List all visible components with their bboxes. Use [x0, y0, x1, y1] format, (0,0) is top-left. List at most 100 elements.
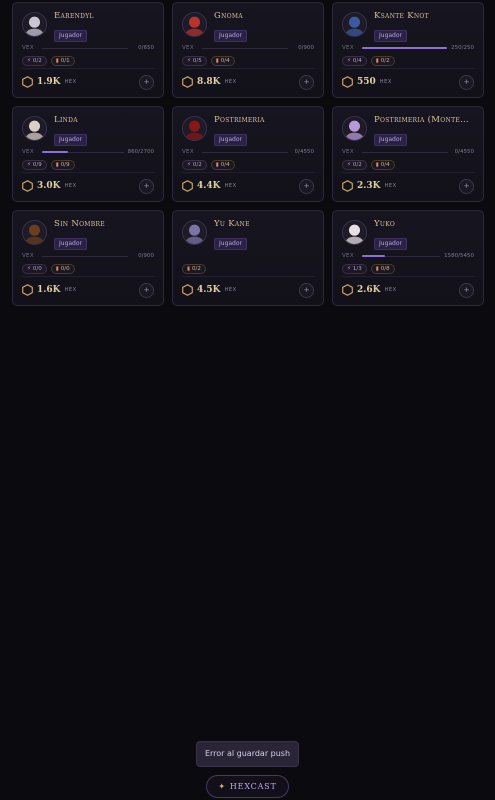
hexcast-brand-button[interactable]: ✦ HEXCAST: [206, 775, 289, 798]
player-card[interactable]: Yu Kane Jugador VEX ▮0/2 4.5K HEX +: [172, 210, 324, 306]
add-button[interactable]: +: [299, 282, 314, 298]
bolt-chip: ⚡ 0/0: [22, 264, 47, 274]
bolt-chip: ⚡ 1/3: [342, 264, 367, 274]
card-chip: ▮ 0/1: [50, 56, 75, 66]
vex-value: 0/900: [298, 45, 314, 51]
vex-label: VEX: [182, 149, 194, 155]
bolt-chip: ⚡ 0/2: [182, 160, 207, 170]
hex-icon: [22, 281, 37, 300]
bolt-count: 0/5: [192, 58, 202, 64]
add-button[interactable]: +: [139, 74, 154, 90]
vex-fill: [42, 151, 69, 153]
player-name: Yu Kane: [214, 219, 250, 229]
card-count: 0/4: [220, 162, 230, 168]
vex-track: [362, 151, 448, 153]
bolt-icon: ⚡: [27, 162, 31, 168]
vex-progress: VEX 0/4550: [182, 147, 314, 157]
divider: [22, 68, 154, 69]
vex-label: VEX: [22, 253, 34, 259]
add-button[interactable]: +: [459, 178, 474, 194]
card-chip: ▮ 0/9: [50, 160, 75, 170]
hex-unit: HEX: [384, 183, 397, 189]
card-count: 0/4: [220, 58, 230, 64]
player-card[interactable]: Postrimeria (Monten… Jugador VEX 0/4550 …: [332, 106, 484, 202]
player-name: Yuko: [374, 219, 396, 229]
vex-track: [202, 47, 288, 49]
role-badge: Jugador: [374, 238, 408, 250]
bolt-count: 0/2: [352, 162, 362, 168]
card-icon: ▮: [215, 162, 219, 168]
player-card[interactable]: Ksante Knot Jugador VEX 250/250 ⚡ 0/4 ▮ 0/…: [332, 2, 484, 98]
role-badge: Jugador: [54, 238, 88, 250]
hex-value: 2.6K: [357, 285, 381, 295]
bolt-count: 0/9: [32, 162, 42, 168]
role-badge: Jugador: [374, 30, 408, 42]
role-badge: Jugador: [214, 134, 248, 146]
vex-progress: VEX 0/900: [182, 43, 314, 53]
vex-progress: VEX 0/650: [22, 43, 154, 53]
card-count: 0/1: [60, 58, 70, 64]
divider: [182, 68, 314, 69]
add-button[interactable]: +: [299, 178, 314, 194]
hex-value: 3.0K: [37, 181, 61, 191]
add-button[interactable]: +: [139, 282, 154, 298]
bolt-icon: ⚡: [187, 162, 191, 168]
vex-progress: VEX 250/250: [342, 43, 474, 53]
player-card[interactable]: Gnoma Jugador VEX 0/900 ⚡ 0/5 ▮ 0/4 8.8K H…: [172, 2, 324, 98]
hex-unit: HEX: [64, 183, 77, 189]
avatar: [22, 116, 47, 141]
add-button[interactable]: +: [139, 178, 154, 194]
bolt-chip: ⚡ 0/2: [342, 160, 367, 170]
player-card[interactable]: Linda Jugador VEX 860/2700 ⚡ 0/9 ▮ 0/9 3.0…: [12, 106, 164, 202]
divider: [342, 172, 474, 173]
vex-progress: VEX 1580/5450: [342, 251, 474, 261]
hex-unit: HEX: [224, 287, 237, 293]
card-chip: ▮ 0/0: [50, 264, 75, 274]
card-chip: ▮ 0/4: [210, 160, 235, 170]
player-card[interactable]: Yuko Jugador VEX 1580/5450 ⚡ 1/3 ▮ 0/8 2.6…: [332, 210, 484, 306]
vex-value: 0/900: [138, 253, 154, 259]
bolt-count: 0/4: [352, 58, 362, 64]
vex-value: 0/4550: [294, 149, 314, 155]
role-badge: Jugador: [54, 30, 88, 42]
vex-label: VEX: [182, 45, 194, 51]
role-badge: Jugador: [374, 134, 408, 146]
player-name: Gnoma: [214, 11, 243, 21]
avatar: [342, 12, 367, 37]
card-chip: ▮ 0/2: [370, 56, 395, 66]
avatar: [182, 116, 207, 141]
card-icon: ▮: [55, 266, 59, 272]
vex-label: VEX: [22, 149, 34, 155]
bolt-icon: ⚡: [347, 162, 351, 168]
card-count: 0/2: [192, 266, 201, 272]
player-card[interactable]: Earendyl Jugador VEX 0/650 ⚡ 0/2 ▮ 0/1 1.9…: [12, 2, 164, 98]
vex-progress: VEX 0/4550: [342, 147, 474, 157]
card-count: 0/9: [60, 162, 70, 168]
card-icon: ▮: [187, 266, 191, 272]
bolt-icon: ⚡: [347, 266, 351, 272]
hex-icon: [342, 73, 357, 92]
vex-value: 1580/5450: [444, 253, 474, 259]
vex-label: VEX: [342, 253, 354, 259]
add-button[interactable]: +: [459, 74, 474, 90]
vex-fill: [362, 47, 448, 49]
player-name: Earendyl: [54, 11, 94, 21]
vex-progress: VEX 860/2700: [22, 147, 154, 157]
star-icon: ✦: [218, 782, 226, 791]
hex-value: 4.5K: [197, 285, 221, 295]
card-icon: ▮: [375, 266, 379, 272]
player-name: Ksante Knot: [374, 11, 429, 21]
player-card[interactable]: Sin Nombre Jugador VEX 0/900 ⚡ 0/0 ▮ 0/0 1…: [12, 210, 164, 306]
player-card[interactable]: Postrimeria Jugador VEX 0/4550 ⚡ 0/2 ▮ 0/4…: [172, 106, 324, 202]
divider: [182, 172, 314, 173]
card-count: 0/0: [60, 266, 70, 272]
player-name: Postrimeria (Monten…: [374, 115, 474, 125]
add-button[interactable]: +: [459, 282, 474, 298]
hex-icon: [22, 177, 37, 196]
card-count: 0/8: [380, 266, 390, 272]
vex-track: [202, 151, 288, 153]
add-button[interactable]: +: [299, 74, 314, 90]
vex-label: VEX: [342, 149, 354, 155]
bolt-icon: ⚡: [27, 58, 31, 64]
error-save-push-button[interactable]: Error al guardar push: [196, 741, 299, 767]
